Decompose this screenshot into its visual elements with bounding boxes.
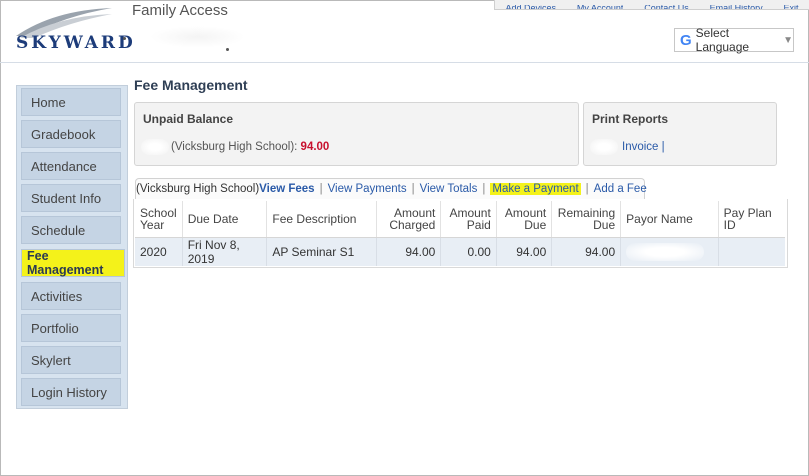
table-row[interactable]: 2020 Fri Nov 8, 2019 AP Seminar S1 94.00… xyxy=(135,237,785,266)
page-title: Fee Management xyxy=(134,77,248,93)
decorative-dot xyxy=(123,37,126,40)
column-header-amount-due[interactable]: Amount Due xyxy=(496,201,553,238)
tab-separator: | xyxy=(585,183,589,195)
sidebar-item-student-info[interactable]: Student Info xyxy=(21,184,121,212)
google-g-icon: G xyxy=(680,31,692,49)
cell-school-year: 2020 xyxy=(135,237,183,266)
decorative-dot xyxy=(226,48,229,51)
tabs-school-label: (Vicksburg High School) xyxy=(136,183,260,195)
tab-separator: | xyxy=(411,183,415,195)
column-header-amount-charged[interactable]: Amount Charged xyxy=(376,201,442,238)
sidebar-item-attendance[interactable]: Attendance xyxy=(21,152,121,180)
top-nav: Add Devices My Account Contact Us Email … xyxy=(494,0,809,10)
cell-due-date: Fri Nov 8, 2019 xyxy=(182,237,268,266)
cell-remaining-due: 94.00 xyxy=(551,237,622,266)
select-language-label: Select Language xyxy=(695,26,750,54)
tab-make-a-payment[interactable]: Make a Payment xyxy=(490,183,581,195)
tab-view-fees[interactable]: View Fees xyxy=(259,183,314,195)
chevron-down-icon: ▼ xyxy=(783,34,793,46)
header-divider xyxy=(0,62,809,63)
unpaid-balance-amount: 94.00 xyxy=(300,141,330,153)
column-header-school-year[interactable]: School Year xyxy=(135,201,183,238)
column-header-fee-description[interactable]: Fee Description xyxy=(266,201,377,238)
app-title: Family Access xyxy=(132,2,228,19)
column-header-due-date[interactable]: Due Date xyxy=(182,201,268,238)
cell-amount-due: 94.00 xyxy=(496,237,553,266)
top-nav-my-account[interactable]: My Account xyxy=(577,5,624,9)
top-nav-contact-us[interactable]: Contact Us xyxy=(644,5,689,9)
sidebar: Home Gradebook Attendance Student Info S… xyxy=(16,85,128,409)
top-nav-exit[interactable]: Exit xyxy=(784,5,799,9)
invoice-link[interactable]: Invoice | xyxy=(622,141,665,153)
redacted-student-name xyxy=(590,139,618,155)
column-header-amount-paid[interactable]: Amount Paid xyxy=(440,201,497,238)
column-header-remaining-due[interactable]: Remaining Due xyxy=(551,201,622,238)
unpaid-balance-school: (Vicksburg High School): xyxy=(171,141,298,153)
redacted-payor-name xyxy=(626,243,705,261)
tab-separator: | xyxy=(319,183,323,195)
sidebar-item-schedule[interactable]: Schedule xyxy=(21,216,121,244)
sidebar-item-login-history[interactable]: Login History xyxy=(21,378,121,406)
table-header-row: School Year Due Date Fee Description Amo… xyxy=(135,201,785,238)
unpaid-balance-panel: Unpaid Balance (Vicksburg High School): … xyxy=(134,102,579,166)
redacted-student-name xyxy=(150,26,245,48)
fee-tabs: (Vicksburg High School) View Fees | View… xyxy=(135,178,647,199)
sidebar-item-activities[interactable]: Activities xyxy=(21,282,121,310)
print-reports-title: Print Reports xyxy=(592,112,669,126)
select-language-button[interactable]: G Select Language ▼ xyxy=(674,26,794,54)
unpaid-balance-title: Unpaid Balance xyxy=(143,112,234,126)
sidebar-item-home[interactable]: Home xyxy=(21,88,121,116)
skyward-logo-text: SKYWARD xyxy=(16,33,136,53)
tab-add-a-fee[interactable]: Add a Fee xyxy=(594,183,647,195)
tab-view-payments[interactable]: View Payments xyxy=(328,183,407,195)
cell-pay-plan-id xyxy=(718,237,785,266)
cell-fee-description: AP Seminar S1 xyxy=(266,237,377,266)
column-header-pay-plan-id[interactable]: Pay Plan ID xyxy=(718,201,785,238)
top-nav-add-devices[interactable]: Add Devices xyxy=(505,5,556,9)
unpaid-balance-line: (Vicksburg High School): 94.00 xyxy=(171,141,329,153)
column-header-payor-name[interactable]: Payor Name xyxy=(620,201,719,238)
top-nav-email-history[interactable]: Email History xyxy=(710,5,763,9)
fees-table: School Year Due Date Fee Description Amo… xyxy=(135,201,785,266)
cell-payor-name xyxy=(620,237,719,266)
tab-view-totals[interactable]: View Totals xyxy=(420,183,478,195)
print-reports-panel: Print Reports Invoice | xyxy=(583,102,777,166)
sidebar-item-fee-management[interactable]: Fee Management xyxy=(21,249,125,277)
tab-separator: | xyxy=(482,183,486,195)
sidebar-item-portfolio[interactable]: Portfolio xyxy=(21,314,121,342)
redacted-student-name xyxy=(141,139,169,155)
cell-amount-paid: 0.00 xyxy=(440,237,497,266)
cell-amount-charged: 94.00 xyxy=(376,237,442,266)
sidebar-item-gradebook[interactable]: Gradebook xyxy=(21,120,121,148)
sidebar-item-skylert[interactable]: Skylert xyxy=(21,346,121,374)
